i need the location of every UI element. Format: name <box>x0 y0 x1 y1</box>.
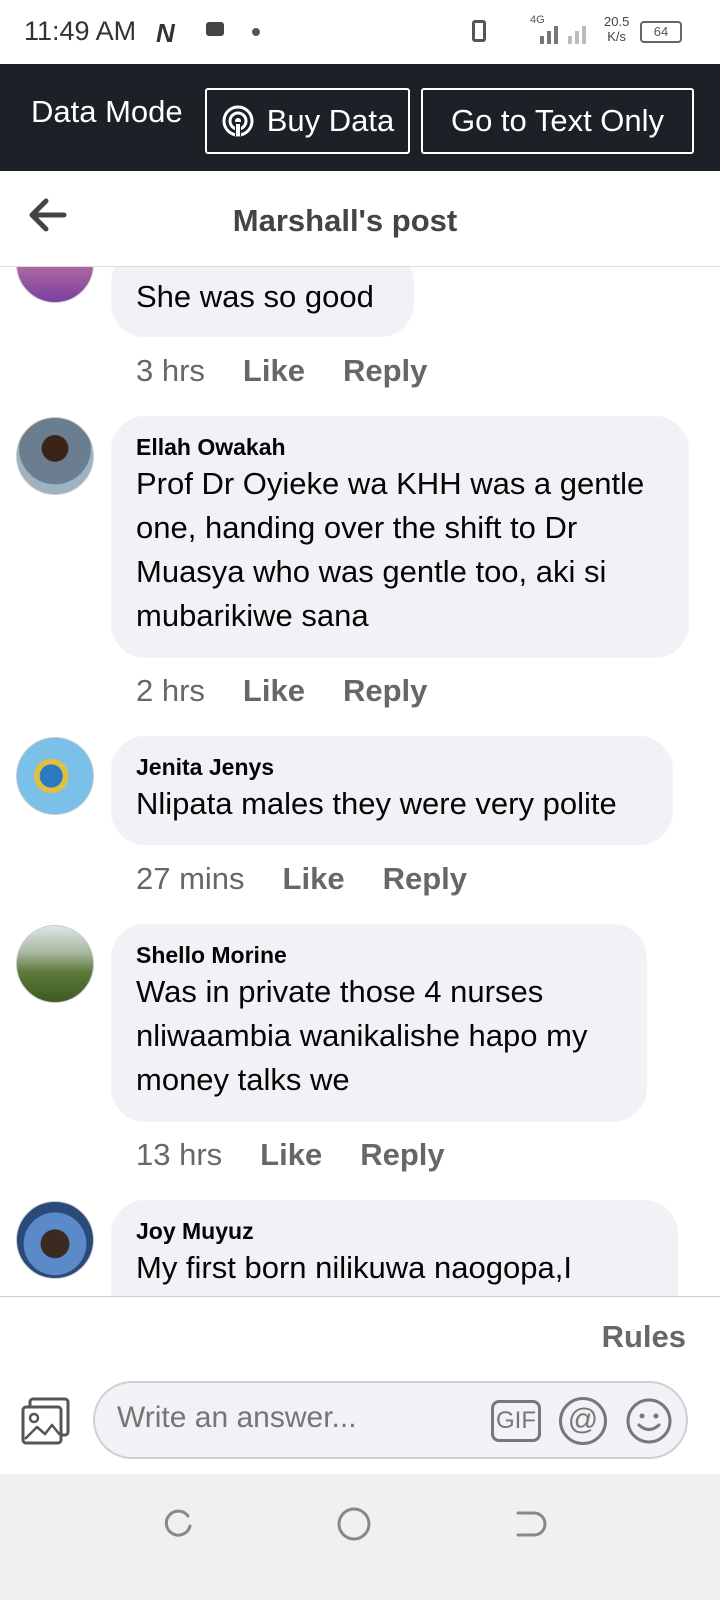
more-notifications-icon <box>252 28 260 36</box>
like-button[interactable]: Like <box>243 353 305 389</box>
comment-bubble[interactable]: Joy Muyuz My first born nilikuwa naogopa… <box>111 1200 678 1296</box>
comment-text: Was in private those 4 nurses nliwaambia… <box>136 974 588 1097</box>
speed-unit: K/s <box>607 29 627 44</box>
comments-list[interactable]: She was so good 3 hrs Like Reply Ellah O… <box>0 267 720 1296</box>
buy-data-label: Buy Data <box>266 103 395 138</box>
comment-composer: Rules GIF @ <box>0 1296 720 1474</box>
post-header: Marshall's post <box>0 171 720 267</box>
comment-bubble[interactable]: Jenita Jenys Nlipata males they were ver… <box>111 736 673 845</box>
comment-author[interactable]: Jenita Jenys <box>136 752 647 782</box>
avatar[interactable] <box>16 737 94 815</box>
data-mode-bar: Data Mode Buy Data Go to Text Only <box>0 64 720 171</box>
vibrate-icon <box>472 20 486 42</box>
like-button[interactable]: Like <box>260 1137 322 1173</box>
recent-apps-icon[interactable] <box>160 1506 196 1542</box>
app-notification-icon: N <box>156 18 175 48</box>
comment-actions: 3 hrs Like Reply <box>136 353 427 389</box>
answer-field[interactable]: GIF @ <box>93 1381 688 1459</box>
avatar[interactable] <box>16 925 94 1003</box>
comment-actions: 13 hrs Like Reply <box>136 1137 445 1173</box>
page-title: Marshall's post <box>232 203 458 238</box>
data-mode-label: Data Mode <box>31 94 183 129</box>
comment-actions: 27 mins Like Reply <box>136 861 467 897</box>
comment-text: She was so good <box>136 279 374 314</box>
comment-time: 2 hrs <box>136 673 205 708</box>
comment-text: Nlipata males they were very polite <box>136 786 617 821</box>
buy-data-button[interactable]: Buy Data <box>205 88 410 154</box>
gif-icon[interactable]: GIF <box>491 1400 541 1442</box>
comment-bubble[interactable]: She was so good <box>111 267 414 337</box>
avatar[interactable] <box>16 267 94 303</box>
battery-icon: 64 <box>640 21 682 43</box>
comment-author[interactable]: Joy Muyuz <box>136 1216 652 1246</box>
signal-icon <box>530 16 592 44</box>
back-icon[interactable] <box>512 1506 548 1542</box>
comment-text: My first born nilikuwa naogopa,I <box>136 1250 572 1285</box>
emoji-icon[interactable] <box>625 1397 673 1445</box>
comment-actions: 2 hrs Like Reply <box>136 673 427 709</box>
comment-time: 13 hrs <box>136 1137 223 1172</box>
text-only-button[interactable]: Go to Text Only <box>421 88 694 154</box>
status-bar: 11:49 AM N 4G 20.5 K/s 64 <box>0 0 720 64</box>
comment-author[interactable]: Ellah Owakah <box>136 432 663 462</box>
comment-time: 3 hrs <box>136 353 205 388</box>
rules-link[interactable]: Rules <box>602 1319 686 1355</box>
network-speed: 20.5 K/s <box>604 14 629 44</box>
avatar[interactable] <box>16 417 94 495</box>
comment-time: 27 mins <box>136 861 245 896</box>
avatar[interactable] <box>16 1201 94 1279</box>
broadcast-icon <box>221 104 255 138</box>
message-notification-icon <box>206 22 224 36</box>
home-icon[interactable] <box>336 1506 372 1542</box>
at-icon[interactable]: @ <box>559 1397 607 1445</box>
system-nav-bar <box>0 1474 720 1600</box>
like-button[interactable]: Like <box>243 673 305 709</box>
answer-input[interactable] <box>117 1401 477 1435</box>
comment-author[interactable]: Shello Morine <box>136 940 621 970</box>
reply-button[interactable]: Reply <box>343 673 427 709</box>
reply-button[interactable]: Reply <box>360 1137 444 1173</box>
comment-text: Prof Dr Oyieke wa KHH was a gentle one, … <box>136 466 645 633</box>
speed-value: 20.5 <box>604 14 630 29</box>
comment-bubble[interactable]: Ellah Owakah Prof Dr Oyieke wa KHH was a… <box>111 416 689 658</box>
photo-icon[interactable] <box>20 1397 72 1447</box>
reply-button[interactable]: Reply <box>343 353 427 389</box>
status-time: 11:49 AM <box>24 16 137 46</box>
comment-bubble[interactable]: Shello Morine Was in private those 4 nur… <box>111 924 647 1122</box>
like-button[interactable]: Like <box>283 861 345 897</box>
reply-button[interactable]: Reply <box>383 861 467 897</box>
